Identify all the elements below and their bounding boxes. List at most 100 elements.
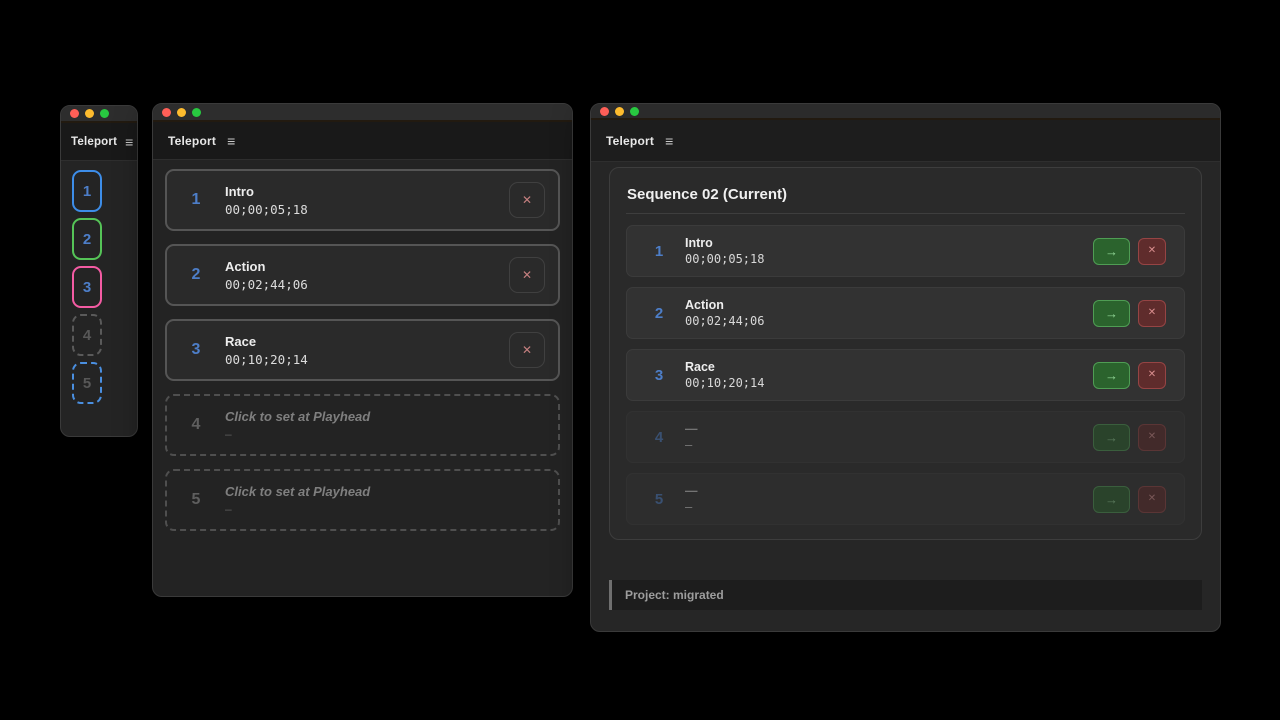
- slot-number: 3: [83, 279, 91, 296]
- sequence-panel: Sequence 02 (Current) 1 Intro 00;00;05;1…: [609, 167, 1202, 540]
- slot-title: Intro: [225, 184, 308, 199]
- clear-icon: ✕: [1148, 246, 1156, 256]
- slot-title: —: [685, 422, 698, 436]
- mini-slot-1[interactable]: 1: [72, 170, 102, 212]
- arrow-right-icon: →: [1105, 245, 1118, 258]
- slot-timecode: –: [685, 500, 698, 514]
- clear-icon: ✕: [1148, 432, 1156, 442]
- sequence-row-4[interactable]: 4 — – → ✕: [626, 411, 1185, 463]
- desktop: Teleport ≡ 1 2 3 4 5: [0, 0, 1280, 720]
- slot-title: Intro: [685, 236, 764, 250]
- arrow-right-icon: →: [1105, 369, 1118, 382]
- go-to-marker-button[interactable]: →: [1093, 362, 1130, 389]
- slot-title: —: [685, 484, 698, 498]
- slot-number: 3: [167, 341, 225, 359]
- minimize-window-button[interactable]: [85, 109, 94, 118]
- slot-number: 1: [167, 191, 225, 209]
- minimize-window-button[interactable]: [177, 108, 186, 117]
- slot-number: 5: [167, 491, 225, 509]
- clear-icon: ✕: [522, 193, 532, 207]
- slot-placeholder: Click to set at Playhead: [225, 409, 370, 424]
- slot-number: 2: [167, 266, 225, 284]
- slot-info: Click to set at Playhead –: [225, 484, 370, 516]
- clear-slot-button[interactable]: ✕: [509, 332, 545, 368]
- slot-title: Action: [225, 259, 308, 274]
- slot-number: 2: [83, 231, 91, 248]
- teleport-full-window: Teleport ≡ Sequence 02 (Current) 1 Intro…: [590, 103, 1221, 632]
- close-window-button[interactable]: [600, 107, 609, 116]
- slot-title: Race: [225, 334, 308, 349]
- slot-info: Action 00;02;44;06: [685, 298, 764, 328]
- minimize-window-button[interactable]: [615, 107, 624, 116]
- go-to-marker-button[interactable]: →: [1093, 424, 1130, 451]
- delete-marker-button[interactable]: ✕: [1138, 486, 1166, 513]
- slot-info: Race 00;10;20;14: [225, 334, 308, 367]
- slot-card-5[interactable]: 5 Click to set at Playhead –: [165, 469, 560, 531]
- teleport-compact-window: Teleport ≡ 1 Intro 00;00;05;18 ✕ 2 Actio…: [152, 103, 573, 597]
- heading-divider: [626, 213, 1185, 214]
- zoom-window-button[interactable]: [192, 108, 201, 117]
- close-window-button[interactable]: [162, 108, 171, 117]
- slot-timecode: 00;00;05;18: [685, 252, 764, 266]
- slot-title: Race: [685, 360, 764, 374]
- clear-slot-button[interactable]: ✕: [509, 257, 545, 293]
- slot-number: 4: [167, 416, 225, 434]
- status-bar: Project: migrated: [609, 580, 1202, 610]
- clear-icon: ✕: [522, 343, 532, 357]
- zoom-window-button[interactable]: [630, 107, 639, 116]
- delete-marker-button[interactable]: ✕: [1138, 362, 1166, 389]
- slot-timecode: 00;00;05;18: [225, 202, 308, 217]
- mini-slot-list: 1 2 3 4 5: [61, 161, 137, 404]
- sequence-row-3[interactable]: 3 Race 00;10;20;14 → ✕: [626, 349, 1185, 401]
- delete-marker-button[interactable]: ✕: [1138, 424, 1166, 451]
- slot-timecode: –: [685, 438, 698, 452]
- titlebar[interactable]: [153, 104, 572, 122]
- mini-slot-5[interactable]: 5: [72, 362, 102, 404]
- slot-number: 4: [651, 429, 667, 446]
- slot-card-3[interactable]: 3 Race 00;10;20;14 ✕: [165, 319, 560, 381]
- slot-card-2[interactable]: 2 Action 00;02;44;06 ✕: [165, 244, 560, 306]
- clear-icon: ✕: [1148, 370, 1156, 380]
- titlebar[interactable]: [61, 106, 137, 123]
- go-to-marker-button[interactable]: →: [1093, 486, 1130, 513]
- mini-slot-3[interactable]: 3: [72, 266, 102, 308]
- close-window-button[interactable]: [70, 109, 79, 118]
- slot-timecode: 00;10;20;14: [685, 376, 764, 390]
- slot-number: 4: [83, 327, 91, 344]
- go-to-marker-button[interactable]: →: [1093, 238, 1130, 265]
- app-header: Teleport ≡: [153, 122, 572, 160]
- slot-card-4[interactable]: 4 Click to set at Playhead –: [165, 394, 560, 456]
- slot-number: 5: [651, 491, 667, 508]
- titlebar[interactable]: [591, 104, 1220, 120]
- slot-number: 2: [651, 305, 667, 322]
- app-header: Teleport ≡: [61, 123, 137, 161]
- clear-slot-button[interactable]: ✕: [509, 182, 545, 218]
- slot-card-1[interactable]: 1 Intro 00;00;05;18 ✕: [165, 169, 560, 231]
- hamburger-menu-icon[interactable]: ≡: [125, 135, 133, 149]
- hamburger-menu-icon[interactable]: ≡: [227, 134, 235, 148]
- slot-card-list: 1 Intro 00;00;05;18 ✕ 2 Action 00;02;44;…: [153, 160, 572, 531]
- arrow-right-icon: →: [1105, 307, 1118, 320]
- arrow-right-icon: →: [1105, 493, 1118, 506]
- slot-placeholder: Click to set at Playhead: [225, 484, 370, 499]
- hamburger-menu-icon[interactable]: ≡: [665, 134, 673, 148]
- teleport-mini-window: Teleport ≡ 1 2 3 4 5: [60, 105, 138, 437]
- sequence-row-2[interactable]: 2 Action 00;02;44;06 → ✕: [626, 287, 1185, 339]
- app-title: Teleport: [606, 134, 654, 148]
- sequence-row-1[interactable]: 1 Intro 00;00;05;18 → ✕: [626, 225, 1185, 277]
- app-title: Teleport: [71, 136, 117, 148]
- delete-marker-button[interactable]: ✕: [1138, 238, 1166, 265]
- mini-slot-4[interactable]: 4: [72, 314, 102, 356]
- slot-timecode: 00;02;44;06: [685, 314, 764, 328]
- delete-marker-button[interactable]: ✕: [1138, 300, 1166, 327]
- slot-info: — –: [685, 484, 698, 514]
- go-to-marker-button[interactable]: →: [1093, 300, 1130, 327]
- slot-info: Click to set at Playhead –: [225, 409, 370, 441]
- clear-icon: ✕: [1148, 308, 1156, 318]
- project-status-text: Project: migrated: [625, 588, 724, 602]
- slot-timecode: 00;02;44;06: [225, 277, 308, 292]
- arrow-right-icon: →: [1105, 431, 1118, 444]
- zoom-window-button[interactable]: [100, 109, 109, 118]
- sequence-row-5[interactable]: 5 — – → ✕: [626, 473, 1185, 525]
- mini-slot-2[interactable]: 2: [72, 218, 102, 260]
